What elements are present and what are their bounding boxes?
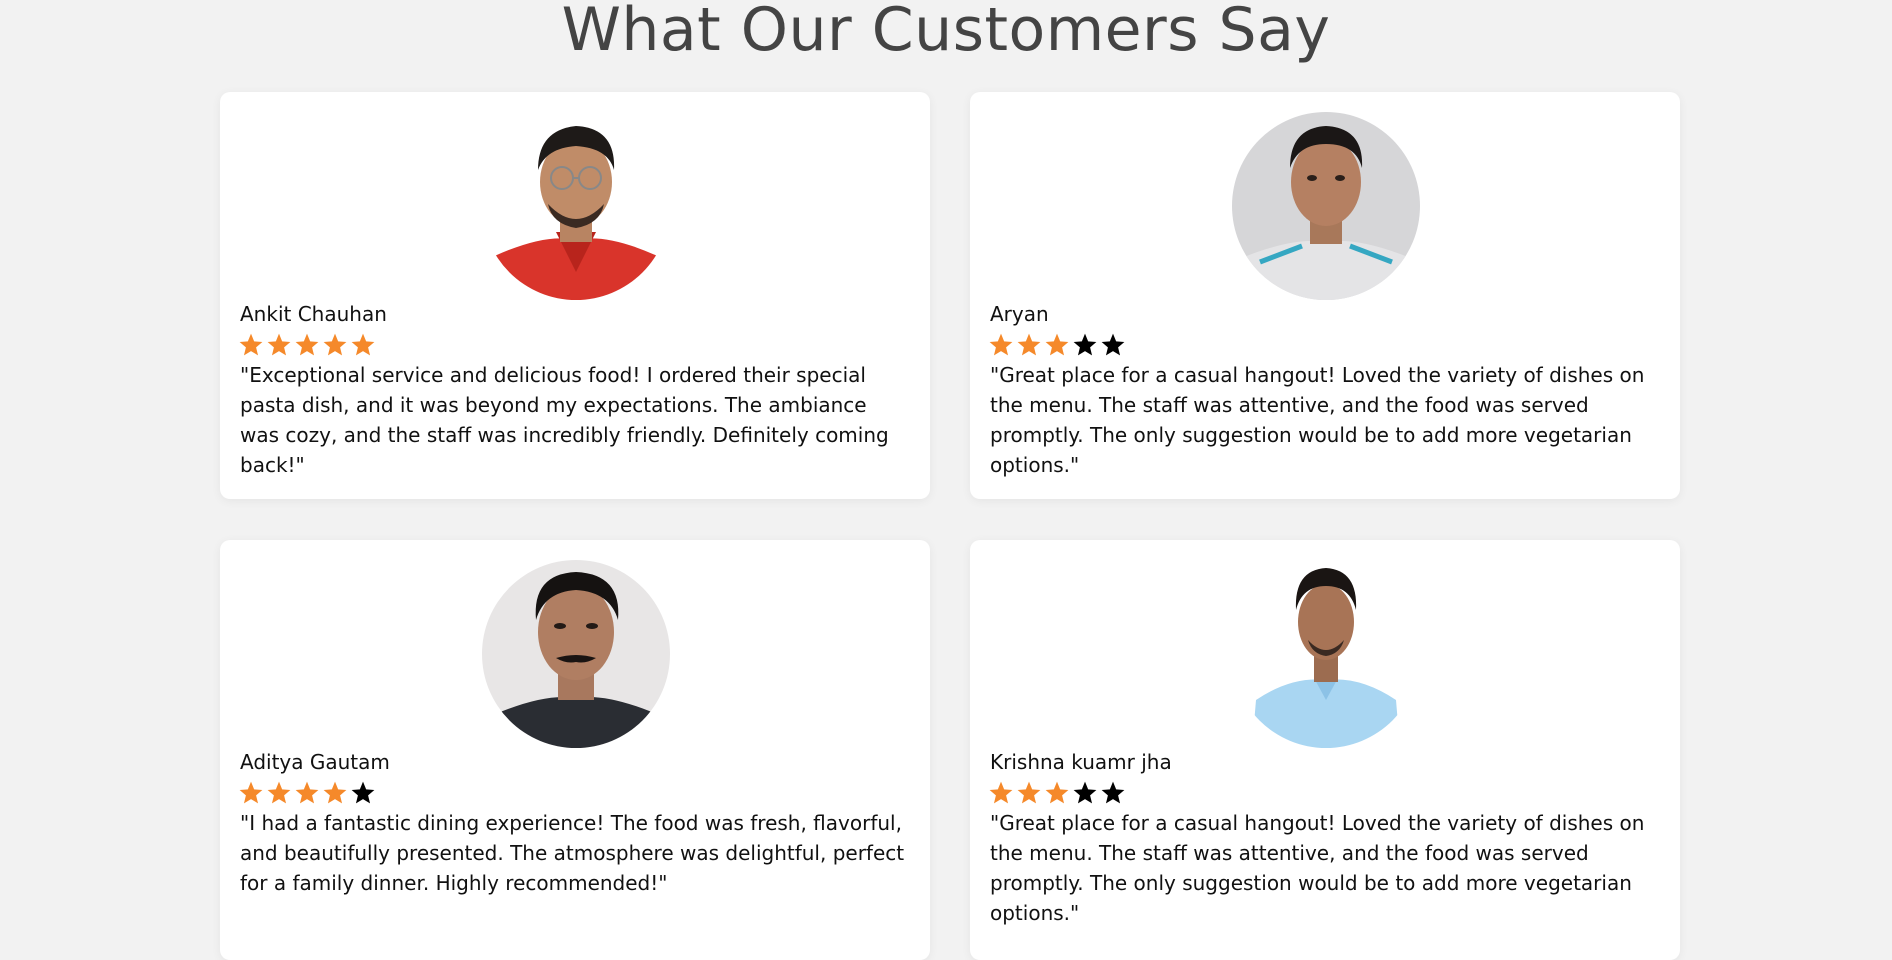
rating-stars	[988, 780, 1126, 806]
star-filled-icon	[1044, 780, 1070, 806]
customer-name: Krishna kuamr jha	[990, 750, 1172, 774]
star-filled-icon	[1016, 780, 1042, 806]
star-empty-icon	[350, 780, 376, 806]
avatar	[1232, 112, 1420, 300]
customer-name: Ankit Chauhan	[240, 302, 387, 326]
review-card: Aryan "Great place for a casual hangout!…	[970, 92, 1680, 499]
star-filled-icon	[988, 780, 1014, 806]
rating-stars	[238, 780, 376, 806]
review-text: "Great place for a casual hangout! Loved…	[990, 811, 1645, 925]
avatar	[1232, 560, 1420, 748]
customer-name: Aryan	[990, 302, 1049, 326]
star-filled-icon	[266, 332, 292, 358]
rating-stars	[238, 332, 376, 358]
star-filled-icon	[238, 780, 264, 806]
review-text: "Great place for a casual hangout! Loved…	[990, 363, 1645, 477]
star-empty-icon	[1100, 332, 1126, 358]
avatar	[482, 112, 670, 300]
avatar	[482, 560, 670, 748]
star-filled-icon	[266, 780, 292, 806]
star-filled-icon	[988, 332, 1014, 358]
star-filled-icon	[294, 332, 320, 358]
review-card: Ankit Chauhan "Exceptional service and d…	[220, 92, 930, 499]
star-filled-icon	[1044, 332, 1070, 358]
review-card: Krishna kuamr jha "Great place for a cas…	[970, 540, 1680, 960]
rating-stars	[988, 332, 1126, 358]
star-empty-icon	[1072, 780, 1098, 806]
star-filled-icon	[350, 332, 376, 358]
customer-name: Aditya Gautam	[240, 750, 390, 774]
review-card: Aditya Gautam "I had a fantastic dining …	[220, 540, 930, 960]
review-text: "Exceptional service and delicious food!…	[240, 363, 889, 477]
review-text: "I had a fantastic dining experience! Th…	[240, 811, 905, 895]
star-filled-icon	[294, 780, 320, 806]
page-title: What Our Customers Say	[561, 0, 1331, 65]
star-empty-icon	[1100, 780, 1126, 806]
star-filled-icon	[322, 332, 348, 358]
star-filled-icon	[322, 780, 348, 806]
star-empty-icon	[1072, 332, 1098, 358]
star-filled-icon	[1016, 332, 1042, 358]
star-filled-icon	[238, 332, 264, 358]
